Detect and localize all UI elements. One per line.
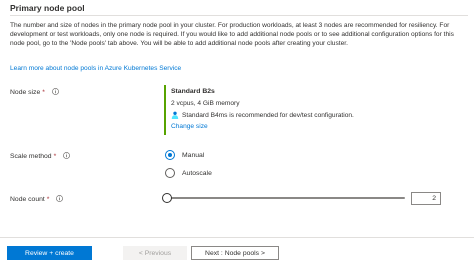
create-cluster-primary-node-pool: Primary node pool The number and size of…	[0, 0, 474, 269]
manual-radio[interactable]	[165, 150, 175, 160]
info-icon[interactable]	[63, 152, 70, 159]
node-size-label-text: Node size	[10, 89, 41, 96]
info-icon[interactable]	[51, 88, 59, 95]
required-mark: *	[42, 89, 45, 96]
section-description: The number and size of nodes in the prim…	[10, 22, 454, 48]
manual-label: Manual	[182, 151, 205, 159]
node-count-input[interactable]	[411, 192, 441, 205]
previous-button[interactable]: < Previous	[123, 246, 187, 260]
section-title: Primary node pool	[10, 3, 85, 13]
slider-thumb[interactable]	[162, 193, 172, 203]
footer-divider	[0, 237, 474, 238]
slider-track	[167, 197, 405, 199]
node-size-summary: Standard B2s 2 vcpus, 4 GiB memory Stand…	[164, 85, 444, 135]
next-node-pools-button[interactable]: Next : Node pools >	[191, 246, 279, 260]
autoscale-label: Autoscale	[182, 169, 212, 177]
learn-more-link[interactable]: Learn more about node pools in Azure Kub…	[10, 65, 181, 72]
node-size-recommendation: Standard B4ms is recommended for dev/tes…	[171, 111, 444, 119]
node-count-label-text: Node count	[10, 196, 45, 203]
info-icon[interactable]	[56, 195, 64, 202]
node-count-label: Node count *	[10, 195, 64, 203]
required-mark: *	[53, 153, 57, 160]
scale-method-label: Scale method *	[10, 152, 70, 160]
scale-method-manual-option[interactable]: Manual	[165, 150, 204, 160]
node-count-slider[interactable]	[162, 193, 405, 203]
scale-method-autoscale-option[interactable]: Autoscale	[165, 168, 212, 178]
section-divider	[10, 15, 468, 16]
review-create-button[interactable]: Review + create	[7, 246, 92, 260]
required-mark: *	[46, 196, 50, 203]
node-size-label: Node size *	[10, 88, 59, 96]
node-size-spec: 2 vcpus, 4 GiB memory	[171, 100, 240, 107]
scale-method-label-text: Scale method	[10, 153, 52, 160]
change-size-link[interactable]: Change size	[171, 123, 444, 130]
autoscale-radio[interactable]	[165, 168, 175, 178]
recommendation-text: Standard B4ms is recommended for dev/tes…	[182, 111, 354, 119]
node-size-name: Standard B2s	[171, 88, 215, 95]
person-icon	[171, 111, 179, 119]
